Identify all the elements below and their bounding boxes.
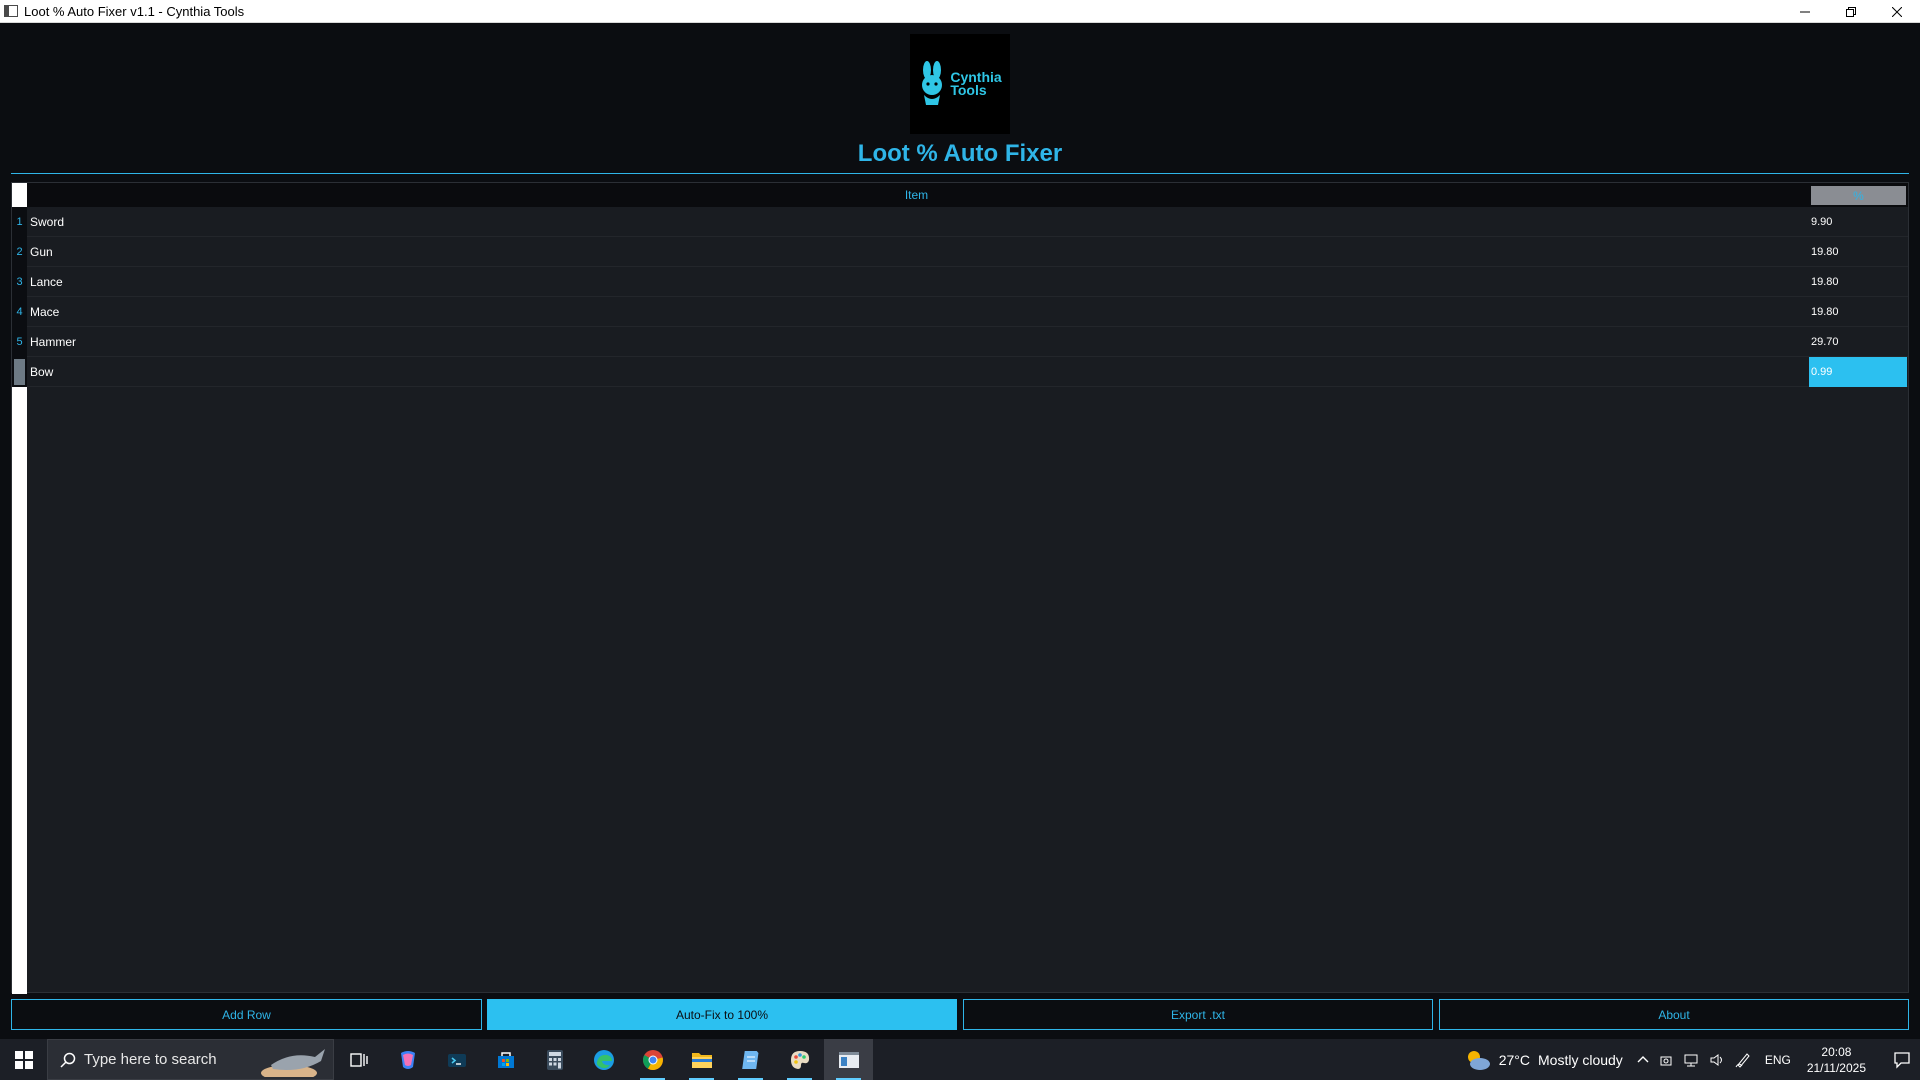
cloudy-weather-icon [1467,1050,1490,1070]
item-cell[interactable]: Hammer [30,327,76,357]
clock[interactable]: 20:08 21/11/2025 [1807,1044,1866,1076]
minimize-icon [1800,11,1810,12]
taskbar-calculator[interactable] [530,1039,579,1080]
clock-date: 21/11/2025 [1806,1060,1866,1075]
bunny-icon [922,61,943,105]
table-corner-select-all[interactable] [12,183,27,207]
taskbar-edge[interactable] [579,1039,628,1080]
export-txt-button[interactable]: Export .txt [963,999,1433,1030]
row-number[interactable]: 4 [12,297,27,327]
table-row[interactable]: 2 Gun 19.80 [12,237,1908,267]
item-cell[interactable]: Bow [30,357,53,387]
close-button[interactable] [1874,0,1920,23]
task-view-button[interactable] [334,1039,383,1080]
cynthia-tools-logo: Cynthia Tools [910,34,1010,134]
about-button[interactable]: About [1439,999,1909,1030]
taskbar-notepad[interactable] [726,1039,775,1080]
window-controls [1782,0,1920,23]
calculator-icon [546,1049,563,1070]
clock-time: 20:08 [1821,1044,1852,1059]
taskbar-microsoft-store[interactable] [481,1039,530,1080]
percent-cell[interactable]: 19.80 [1809,297,1907,327]
item-cell[interactable]: Gun [30,237,53,267]
copilot-icon [400,1050,415,1069]
row-selection-marker [14,359,25,385]
volume-icon[interactable] [1709,1053,1725,1067]
paint-icon [790,1050,809,1069]
app-window-icon [4,5,18,17]
logo-line-2: Tools [950,82,987,98]
language-indicator[interactable]: ENG [1765,1053,1791,1067]
item-cell[interactable]: Lance [30,267,63,297]
taskbar-app-terminal[interactable] [432,1039,481,1080]
search-icon [60,1052,76,1068]
task-view-icon [349,1052,368,1067]
loot-fixer-app-icon [838,1051,859,1068]
close-icon [1892,6,1902,17]
notification-icon [1894,1051,1910,1069]
weather-temperature: 27°C [1498,1051,1530,1068]
taskbar: Type here to search 27°C Mostly cloudy E… [0,1039,1920,1080]
item-cell[interactable]: Mace [30,297,59,327]
table-row[interactable]: 1 Sword 9.90 [12,207,1908,237]
taskbar-search-box[interactable]: Type here to search [47,1039,334,1080]
table-row[interactable]: 5 Hammer 29.70 [12,327,1908,357]
terminal-app-icon [447,1053,466,1067]
windows-logo-icon [14,1050,33,1069]
weather-description: Mostly cloudy [1538,1051,1623,1068]
window-title: Loot % Auto Fixer v1.1 - Cynthia Tools [24,3,245,19]
search-placeholder: Type here to search [84,1051,217,1068]
tray-icons [1637,1052,1751,1068]
camera-icon[interactable] [1659,1053,1673,1067]
table-row[interactable]: 4 Mace 19.80 [12,297,1908,327]
column-header-percent[interactable]: % [1811,186,1906,205]
item-cell[interactable]: Sword [30,207,64,237]
percent-cell[interactable]: 9.90 [1809,207,1907,237]
row-number[interactable]: 5 [12,327,27,357]
percent-cell[interactable]: 19.80 [1809,237,1907,267]
taskbar-chrome[interactable] [628,1039,677,1080]
store-icon [497,1051,514,1068]
percent-cell-selected[interactable]: 0.99 [1809,357,1907,387]
add-row-button[interactable]: Add Row [11,999,482,1030]
notification-center-button[interactable] [1884,1051,1920,1069]
search-highlight-whale-icon [261,1049,325,1077]
taskbar-paint[interactable] [775,1039,824,1080]
start-button[interactable] [0,1039,47,1080]
table-header: Item % [12,183,1908,207]
edge-browser-icon [593,1049,614,1070]
taskbar-copilot[interactable] [383,1039,432,1080]
logo-text: Cynthia Tools [950,70,1001,98]
percent-cell[interactable]: 29.70 [1809,327,1907,357]
taskbar-file-explorer[interactable] [677,1039,726,1080]
auto-fix-button[interactable]: Auto-Fix to 100% [487,999,957,1030]
weather-widget[interactable]: 27°C Mostly cloudy [1465,1049,1623,1071]
page-title: Loot % Auto Fixer [857,140,1063,167]
system-tray: 27°C Mostly cloudy ENG 20:08 21/11/2025 [1465,1039,1920,1080]
table-row[interactable]: 3 Lance 19.80 [12,267,1908,297]
loot-table[interactable]: Item % 1 Sword 9.90 2 Gun 19.80 3 Lance … [11,182,1909,994]
table-row-selected[interactable]: Bow 0.99 [12,357,1908,387]
taskbar-loot-fixer-app[interactable] [824,1039,873,1080]
restore-icon [1846,6,1856,17]
restore-button[interactable] [1828,0,1874,23]
minimize-button[interactable] [1782,0,1828,23]
row-number-selected[interactable] [12,357,27,387]
window-titlebar: Loot % Auto Fixer v1.1 - Cynthia Tools [0,0,1920,23]
row-number[interactable]: 2 [12,237,27,267]
chevron-up-icon[interactable] [1637,1054,1649,1066]
row-number[interactable]: 3 [12,267,27,297]
column-header-item[interactable]: Item [28,183,1805,207]
app-main: Cynthia Tools Loot % Auto Fixer Item % 1… [0,23,1920,1039]
title-divider [11,173,1909,174]
chrome-browser-icon [642,1049,663,1070]
file-explorer-icon [691,1052,712,1068]
pen-icon[interactable] [1735,1052,1751,1068]
notepad-icon [741,1050,758,1069]
row-number[interactable]: 1 [12,207,27,237]
percent-cell[interactable]: 19.80 [1809,267,1907,297]
network-icon[interactable] [1683,1053,1699,1067]
